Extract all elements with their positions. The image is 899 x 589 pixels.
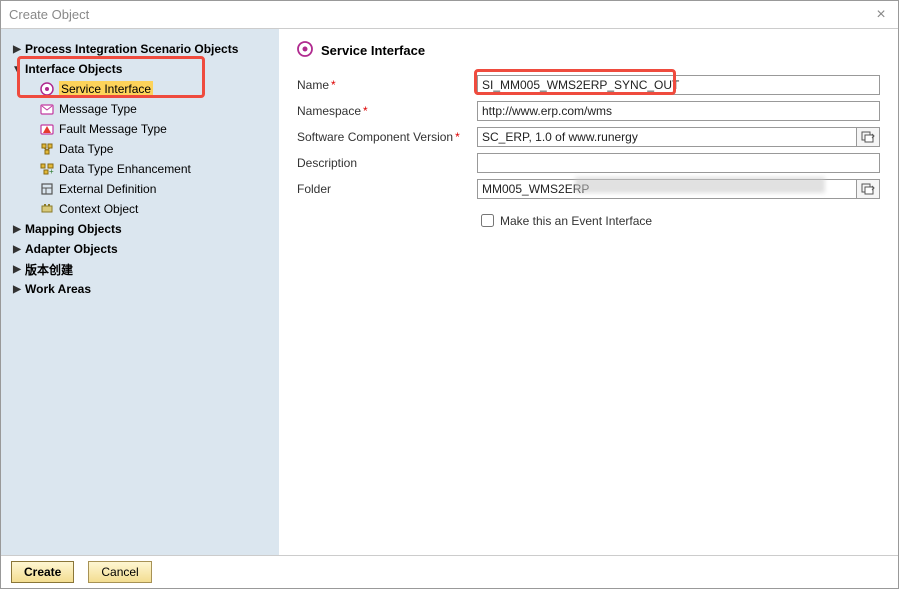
tree-adapter-objects[interactable]: ▶ Adapter Objects xyxy=(7,239,273,259)
tree-label: Interface Objects xyxy=(25,62,122,76)
context-object-icon xyxy=(39,201,55,217)
tree-work-areas[interactable]: ▶ Work Areas xyxy=(7,279,273,299)
form-row-namespace: Namespace* xyxy=(297,99,880,123)
tree-message-type[interactable]: Message Type xyxy=(7,99,273,119)
folder-input[interactable] xyxy=(477,179,856,199)
name-label: Name* xyxy=(297,78,477,92)
content-area: ▶ Process Integration Scenario Objects ▼… xyxy=(1,29,898,556)
chevron-right-icon: ▶ xyxy=(11,244,23,255)
data-type-enhancement-icon: + xyxy=(39,161,55,177)
close-icon[interactable]: × xyxy=(872,6,890,24)
description-label: Description xyxy=(297,156,477,170)
chevron-right-icon: ▶ xyxy=(11,44,23,55)
tree-label: Data Type Enhancement xyxy=(59,162,191,176)
value-help-button[interactable] xyxy=(856,179,880,199)
section-header: Service Interface xyxy=(297,41,880,59)
data-type-icon xyxy=(39,141,55,157)
tree-process-integration[interactable]: ▶ Process Integration Scenario Objects xyxy=(7,39,273,59)
tree-label: Process Integration Scenario Objects xyxy=(25,42,238,56)
tree-data-type[interactable]: Data Type xyxy=(7,139,273,159)
description-input[interactable] xyxy=(477,153,880,173)
tree-version-create[interactable]: ▶ 版本创建 xyxy=(7,259,273,279)
svg-text:+: + xyxy=(49,167,54,176)
window-title: Create Object xyxy=(9,7,872,22)
chevron-down-icon: ▼ xyxy=(11,64,23,75)
name-input[interactable] xyxy=(477,75,880,95)
event-interface-row: Make this an Event Interface xyxy=(477,211,880,230)
tree-context-object[interactable]: Context Object xyxy=(7,199,273,219)
tree-service-interface[interactable]: Service Interface xyxy=(7,79,273,99)
tree-mapping-objects[interactable]: ▶ Mapping Objects xyxy=(7,219,273,239)
folder-label: Folder xyxy=(297,182,477,196)
tree-label: Data Type xyxy=(59,142,113,156)
section-title: Service Interface xyxy=(321,43,425,58)
message-type-icon xyxy=(39,101,55,117)
tree-label: Message Type xyxy=(59,102,137,116)
event-interface-label: Make this an Event Interface xyxy=(500,214,652,228)
tree-label: 版本创建 xyxy=(25,261,73,278)
form-row-name: Name* xyxy=(297,73,880,97)
button-bar: Create Cancel xyxy=(1,556,898,588)
tree-label: Mapping Objects xyxy=(25,222,122,236)
event-interface-checkbox[interactable] xyxy=(481,214,494,227)
scv-label: Software Component Version* xyxy=(297,130,477,144)
tree-fault-message-type[interactable]: Fault Message Type xyxy=(7,119,273,139)
namespace-input[interactable] xyxy=(477,101,880,121)
tree-label: Adapter Objects xyxy=(25,242,118,256)
tree-label: Fault Message Type xyxy=(59,122,167,136)
tree-label: External Definition xyxy=(59,182,156,196)
tree-data-type-enhancement[interactable]: + Data Type Enhancement xyxy=(7,159,273,179)
title-bar: Create Object × xyxy=(1,1,898,29)
chevron-right-icon: ▶ xyxy=(11,264,23,275)
form-row-description: Description xyxy=(297,151,880,175)
tree-interface-objects[interactable]: ▼ Interface Objects xyxy=(7,59,273,79)
scv-input[interactable] xyxy=(477,127,856,147)
create-object-window: Create Object × ▶ Process Integration Sc… xyxy=(0,0,899,589)
create-button[interactable]: Create xyxy=(11,561,74,583)
chevron-right-icon: ▶ xyxy=(11,284,23,295)
tree-label: Work Areas xyxy=(25,282,91,296)
service-interface-icon xyxy=(39,81,55,97)
service-interface-icon xyxy=(297,41,315,59)
namespace-label: Namespace* xyxy=(297,104,477,118)
cancel-button[interactable]: Cancel xyxy=(88,561,151,583)
chevron-right-icon: ▶ xyxy=(11,224,23,235)
value-help-button[interactable] xyxy=(856,127,880,147)
fault-message-type-icon xyxy=(39,121,55,137)
tree-label: Context Object xyxy=(59,202,138,216)
external-definition-icon xyxy=(39,181,55,197)
form-row-folder: Folder xyxy=(297,177,880,201)
tree-label: Service Interface xyxy=(59,81,153,97)
tree-external-definition[interactable]: External Definition xyxy=(7,179,273,199)
form-row-scv: Software Component Version* xyxy=(297,125,880,149)
main-panel: Service Interface Name* Namespace* Softw… xyxy=(279,29,898,555)
sidebar: ▶ Process Integration Scenario Objects ▼… xyxy=(1,29,279,555)
